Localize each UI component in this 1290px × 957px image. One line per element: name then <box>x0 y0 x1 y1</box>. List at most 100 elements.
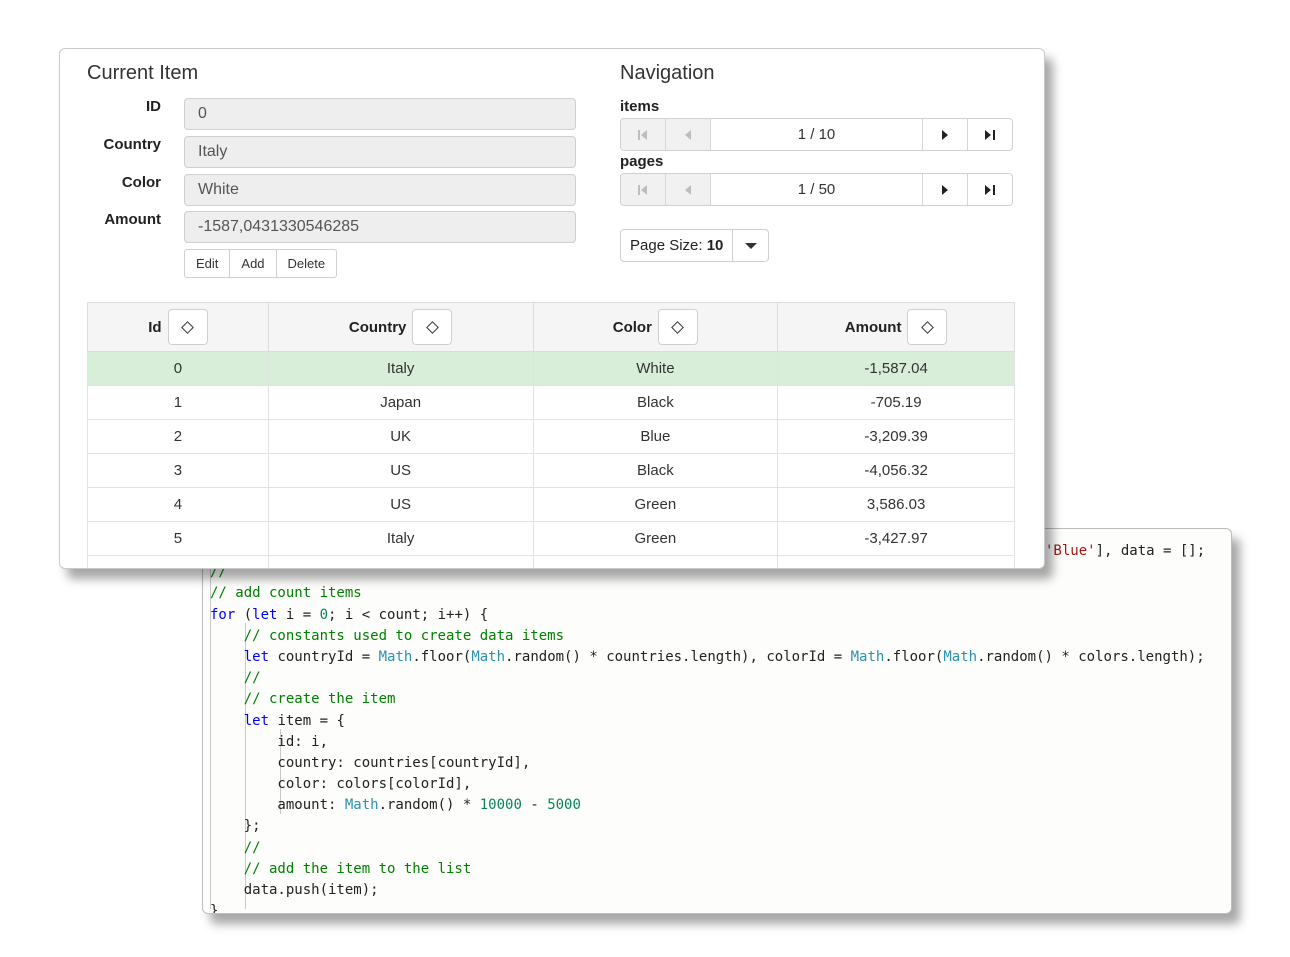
page-size-menu[interactable]: Page Size: 10 <box>620 229 770 262</box>
edit-button[interactable]: Edit <box>184 249 231 278</box>
table-row[interactable]: 3 US Black -4,056.32 <box>87 453 1015 488</box>
first-page-icon <box>638 184 647 195</box>
code-token: // create the item <box>243 691 396 708</box>
table-row[interactable]: 4 US Green 3,586.03 <box>87 487 1015 522</box>
table-cell-id: 3 <box>87 453 269 488</box>
table-row[interactable] <box>87 555 1015 568</box>
amount-field[interactable]: -1587,0431330546285 <box>184 211 576 243</box>
items-pager: 1 / 10 <box>620 118 1013 151</box>
code-token: // add count items <box>210 585 362 602</box>
code-token: ; i < count; i++) { <box>328 606 489 623</box>
table-cell-amount: -705.19 <box>777 385 1015 420</box>
table-cell-color: Blue <box>532 419 779 454</box>
column-header-color: Color <box>532 302 779 352</box>
column-header-id: Id <box>87 302 269 352</box>
pages-pager: 1 / 50 <box>620 173 1013 206</box>
amount-label: Amount <box>104 211 161 228</box>
items-prev-button[interactable] <box>666 119 711 150</box>
add-button[interactable]: Add <box>229 249 277 278</box>
code-token: .random() * colors.length); <box>977 648 1205 665</box>
page-size-text: Page Size: <box>630 237 707 254</box>
sort-button-country[interactable] <box>412 309 453 345</box>
id-field[interactable]: 0 <box>184 98 576 130</box>
code-token: amount: <box>210 797 345 814</box>
code-line: for (let i = 0; i < count; i++) { <box>210 605 1205 626</box>
pages-position: 1 / 50 <box>797 181 836 198</box>
code-line: // create the item <box>210 689 1205 710</box>
code-token: // <box>243 839 261 856</box>
code-token: 10000 <box>479 797 522 814</box>
code-token: .random() * <box>378 797 480 814</box>
code-token: Math <box>344 797 379 814</box>
code-line: let item = { <box>210 711 1205 732</box>
column-label: Id <box>148 318 162 336</box>
last-page-icon <box>985 184 995 195</box>
items-next-button[interactable] <box>922 119 967 150</box>
code-token: id: i, <box>210 733 329 750</box>
pages-next-button[interactable] <box>922 174 967 205</box>
code-token: i = <box>277 606 320 623</box>
column-label: Color <box>612 318 652 336</box>
code-token: country: countries[countryId], <box>210 754 531 771</box>
table-cell-country: US <box>267 487 534 522</box>
code-token: ( <box>235 606 253 623</box>
table-row[interactable]: 0 Italy White -1,587.04 <box>87 351 1015 386</box>
caret-down-icon <box>744 242 757 249</box>
table-cell-color: Black <box>532 385 779 420</box>
code-token: data.push(item); <box>210 882 379 898</box>
table-row[interactable]: 5 Italy Green -3,427.97 <box>87 521 1015 556</box>
color-field[interactable]: White <box>184 174 576 206</box>
sort-icon <box>181 320 194 334</box>
code-line: country: countries[countryId], <box>210 753 1205 774</box>
table-cell-amount <box>777 555 1015 568</box>
table-row[interactable]: 2 UK Blue -3,209.39 <box>87 419 1015 454</box>
sort-button-color[interactable] <box>657 309 698 345</box>
items-position: 1 / 10 <box>797 126 836 143</box>
pages-first-button[interactable] <box>621 174 666 205</box>
table-cell-amount: -4,056.32 <box>777 453 1015 488</box>
code-line: let countryId = Math.floor(Math.random()… <box>210 647 1205 668</box>
pages-last-button[interactable] <box>967 174 1012 205</box>
code-token: let <box>243 648 270 665</box>
delete-button[interactable]: Delete <box>275 249 338 278</box>
column-header-amount: Amount <box>777 302 1015 352</box>
code-token: let <box>252 606 278 623</box>
table-cell-country <box>267 555 534 568</box>
table-cell-id: 1 <box>87 385 269 420</box>
code-line: // <box>210 668 1205 689</box>
table-cell-id: 2 <box>87 419 269 454</box>
sort-button-id[interactable] <box>167 309 208 345</box>
column-label: Country <box>348 318 407 336</box>
table-row[interactable]: 1 Japan Black -705.19 <box>87 385 1015 420</box>
page-size-label[interactable]: Page Size: 10 <box>621 230 732 261</box>
code-token: .random() * countries.length), colorId = <box>505 648 851 665</box>
country-field[interactable]: Italy <box>184 136 576 168</box>
code-token: 5000 <box>547 797 581 814</box>
code-token: // constants used to create data items <box>243 627 565 644</box>
code-token: color: colors[colorId], <box>210 776 472 793</box>
sort-icon <box>426 320 439 334</box>
column-header-inner: Amount <box>845 309 948 345</box>
sort-button-amount[interactable] <box>907 309 948 345</box>
last-page-icon <box>985 129 995 140</box>
code-token: - <box>521 797 548 814</box>
grid-header-row: Id Country Color Amount <box>87 302 1015 352</box>
items-first-button[interactable] <box>621 119 666 150</box>
items-last-button[interactable] <box>967 119 1012 150</box>
item-actions: Edit Add Delete <box>184 249 338 278</box>
code-token: Math <box>943 648 978 665</box>
table-cell-id: 4 <box>87 487 269 522</box>
code-line: }; <box>210 816 1205 837</box>
column-header-inner: Id <box>148 309 208 345</box>
code-panel: 'Blue'], data = []; // // add count items f… <box>202 528 1232 914</box>
page-size-dropdown-button[interactable] <box>732 230 768 261</box>
code-line: // add count items <box>210 583 1205 604</box>
pages-prev-button[interactable] <box>666 174 711 205</box>
sort-icon <box>921 320 934 334</box>
code-line: color: colors[colorId], <box>210 774 1205 795</box>
code-line: // add the item to the list <box>210 859 1205 880</box>
